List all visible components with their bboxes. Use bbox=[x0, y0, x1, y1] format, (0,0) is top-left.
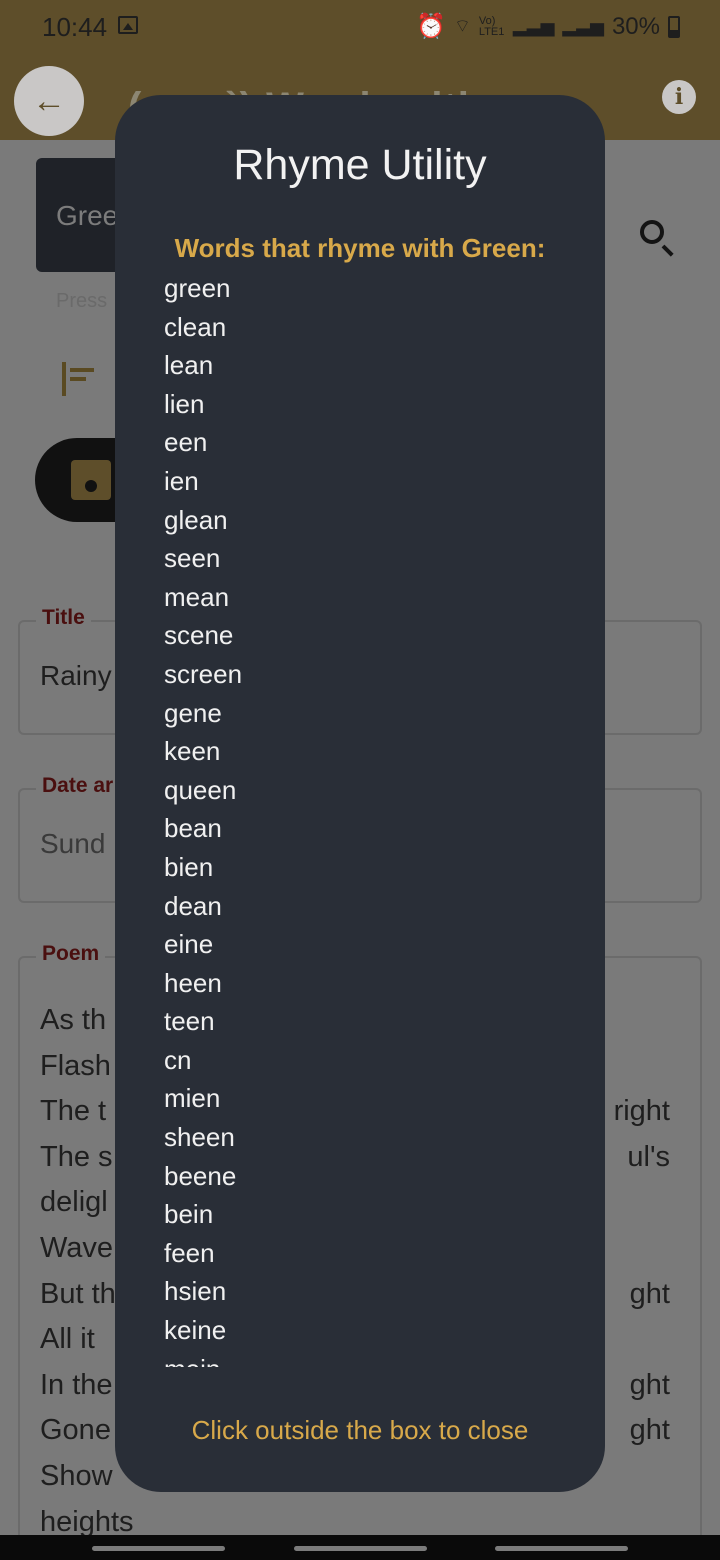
dialog-subtitle: Words that rhyme with Green: bbox=[174, 233, 546, 263]
battery-percent: 30% bbox=[611, 12, 660, 40]
poem-line-end bbox=[614, 1180, 670, 1226]
rhyme-item: lean bbox=[164, 350, 214, 381]
rhyme-item: queen bbox=[164, 774, 237, 805]
rhyme-item: keine bbox=[164, 1315, 227, 1346]
rhyme-item: mean bbox=[164, 581, 230, 612]
rhyme-item: ien bbox=[164, 465, 199, 496]
network-label: Vo) LTE1 bbox=[478, 14, 505, 38]
align-left-icon[interactable] bbox=[62, 362, 94, 396]
poem-line-end: ght bbox=[629, 1277, 670, 1310]
poem-line-end: ght bbox=[629, 1414, 670, 1447]
rhyme-item: hsien bbox=[164, 1276, 227, 1307]
nav-recents-button[interactable] bbox=[92, 1546, 225, 1551]
search-hint: Press bbox=[56, 290, 108, 312]
poem-line-end bbox=[614, 1044, 670, 1090]
poem-text-right: right ul's ght ght ght bbox=[614, 998, 670, 1545]
rhyme-item: feen bbox=[164, 1237, 215, 1268]
dialog-close-hint: Click outside the box to close bbox=[191, 1415, 529, 1445]
rhyme-item: lien bbox=[164, 388, 205, 419]
back-button[interactable]: ← bbox=[14, 66, 84, 136]
nav-home-button[interactable] bbox=[294, 1546, 427, 1551]
rhyme-item: sheen bbox=[164, 1122, 235, 1153]
rhyme-item: scene bbox=[164, 620, 234, 651]
search-input-value: Gree bbox=[56, 200, 119, 231]
rhyme-item: glean bbox=[164, 504, 228, 535]
rhyme-item: gene bbox=[164, 697, 222, 728]
nav-back-button[interactable] bbox=[495, 1546, 628, 1551]
rhyme-item: bein bbox=[164, 1199, 214, 1230]
poem-line-end bbox=[614, 1454, 670, 1500]
date-field-value: Sund bbox=[40, 828, 106, 859]
poem-line-end: ul's bbox=[627, 1140, 670, 1173]
image-notification-icon bbox=[118, 16, 138, 34]
rhyme-item: heen bbox=[164, 967, 222, 998]
title-field-value: Rainy bbox=[40, 660, 112, 691]
status-time: 10:44 bbox=[42, 12, 108, 42]
rhyme-item: green bbox=[164, 273, 231, 303]
title-field-label: Title bbox=[36, 606, 91, 630]
status-bar: 10:44 ⏰ ⌔ Vo) LTE1 ▂▃▅ ▂▃▅ 30% bbox=[0, 0, 720, 56]
signal-icon: ▂▃▅ bbox=[512, 16, 555, 36]
search-icon[interactable] bbox=[640, 220, 664, 244]
poem-line-end: right bbox=[613, 1095, 670, 1128]
rhyme-item: een bbox=[164, 427, 208, 458]
rhyme-item: clean bbox=[164, 311, 227, 342]
wifi-icon: ⌔ bbox=[453, 16, 471, 36]
status-icons: ⏰ ⌔ Vo) LTE1 ▂▃▅ ▂▃▅ 30% bbox=[416, 12, 680, 41]
poem-field-label: Poem bbox=[36, 942, 106, 966]
rhyme-list[interactable]: green clean lean lien een ien glean seen mean sce… bbox=[164, 271, 564, 1367]
signal-icon-2: ▂▃▅ bbox=[562, 16, 604, 36]
poem-line-end bbox=[614, 1226, 670, 1272]
rhyme-item: teen bbox=[164, 1006, 215, 1037]
rhyme-item: eine bbox=[164, 929, 214, 960]
rhyme-item: dean bbox=[164, 890, 222, 921]
rhyme-item: seen bbox=[164, 543, 221, 574]
info-icon: i bbox=[674, 84, 684, 110]
info-button[interactable]: i bbox=[662, 80, 696, 114]
rhyme-utility-dialog: Rhyme Utility Words that rhyme with Gree… bbox=[115, 95, 605, 1492]
rhyme-item: mien bbox=[164, 1083, 221, 1114]
rhyme-item: screen bbox=[164, 658, 243, 689]
rhyme-item: beene bbox=[164, 1160, 237, 1191]
alarm-icon: ⏰ bbox=[416, 13, 446, 40]
system-nav-bar bbox=[0, 1535, 720, 1560]
floppy-disk-icon bbox=[71, 460, 111, 500]
rhyme-item: keen bbox=[164, 736, 221, 767]
poem-line-end bbox=[614, 1317, 670, 1363]
poem-line-end: ght bbox=[629, 1368, 670, 1401]
rhyme-item: cn bbox=[164, 1044, 192, 1075]
date-field-label: Date ar bbox=[36, 774, 120, 798]
rhyme-item: mein bbox=[164, 1352, 564, 1367]
poem-line-end bbox=[614, 998, 670, 1044]
rhyme-item: bien bbox=[164, 851, 214, 882]
dialog-title: Rhyme Utility bbox=[233, 141, 487, 189]
arrow-left-icon: ← bbox=[32, 81, 66, 120]
battery-icon bbox=[668, 15, 680, 38]
rhyme-item: bean bbox=[164, 813, 222, 844]
